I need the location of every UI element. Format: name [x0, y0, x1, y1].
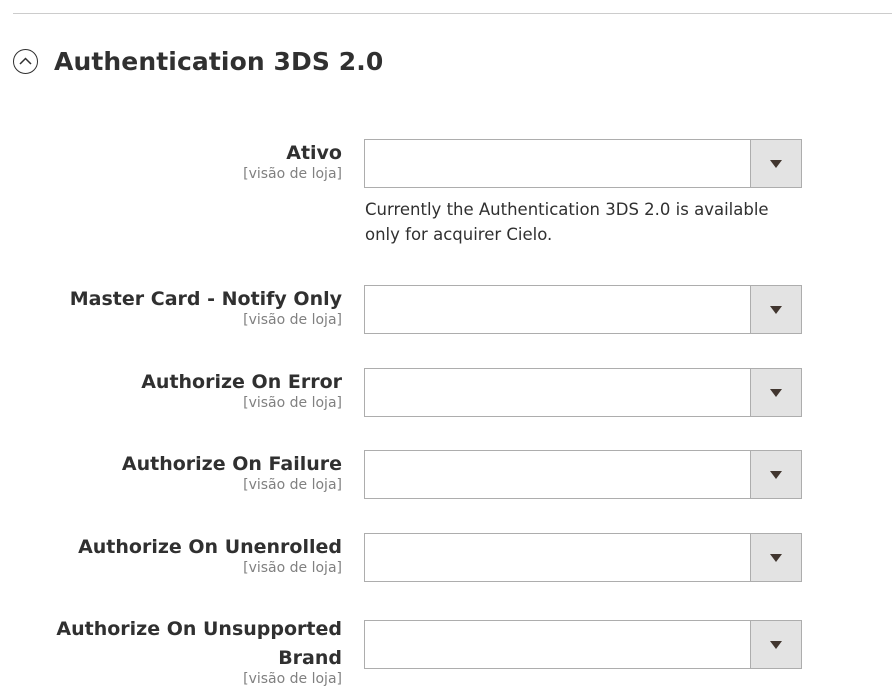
- authorize-on-unsupported-brand-select[interactable]: [364, 620, 802, 669]
- field-label: Authorize On Failure: [121, 453, 342, 475]
- field-label-group: Authorize On Unenrolled [visão de loja]: [42, 533, 342, 577]
- authorize-on-failure-select[interactable]: [364, 450, 802, 499]
- authorize-on-unenrolled-select[interactable]: [364, 533, 802, 582]
- field-label-group: Ativo [visão de loja]: [42, 139, 342, 183]
- section-divider: [13, 13, 892, 14]
- scope-label: [visão de loja]: [243, 477, 342, 493]
- field-label: Authorize On Unsupported Brand: [56, 618, 342, 669]
- field-label: Ativo: [286, 142, 342, 164]
- scope-label: [visão de loja]: [243, 166, 342, 182]
- dropdown-arrow-icon[interactable]: [750, 140, 801, 187]
- mastercard-notify-only-select[interactable]: [364, 285, 802, 334]
- field-note: Currently the Authentication 3DS 2.0 is …: [365, 200, 769, 244]
- scope-label: [visão de loja]: [243, 395, 342, 411]
- scope-label: [visão de loja]: [243, 560, 342, 576]
- section-title: Authentication 3DS 2.0: [54, 46, 384, 76]
- field-label: Authorize On Unenrolled: [78, 536, 342, 558]
- authorize-on-error-select[interactable]: [364, 368, 802, 417]
- field-label-group: Authorize On Failure [visão de loja]: [42, 450, 342, 494]
- scope-label: [visão de loja]: [243, 312, 342, 328]
- section-header-toggle[interactable]: Authentication 3DS 2.0: [13, 44, 383, 78]
- scope-label: [visão de loja]: [243, 671, 342, 687]
- dropdown-arrow-icon[interactable]: [750, 621, 801, 668]
- field-label: Authorize On Error: [141, 371, 342, 393]
- chevron-up-circle-icon[interactable]: [13, 48, 38, 74]
- ativo-select[interactable]: [364, 139, 802, 188]
- dropdown-arrow-icon[interactable]: [750, 286, 801, 333]
- field-label-group: Authorize On Unsupported Brand [visão de…: [52, 615, 342, 688]
- field-label-group: Master Card - Notify Only [visão de loja…: [42, 285, 342, 329]
- field-label: Master Card - Notify Only: [69, 288, 342, 310]
- field-label-group: Authorize On Error [visão de loja]: [42, 368, 342, 412]
- dropdown-arrow-icon[interactable]: [750, 369, 801, 416]
- dropdown-arrow-icon[interactable]: [750, 534, 801, 581]
- dropdown-arrow-icon[interactable]: [750, 451, 801, 498]
